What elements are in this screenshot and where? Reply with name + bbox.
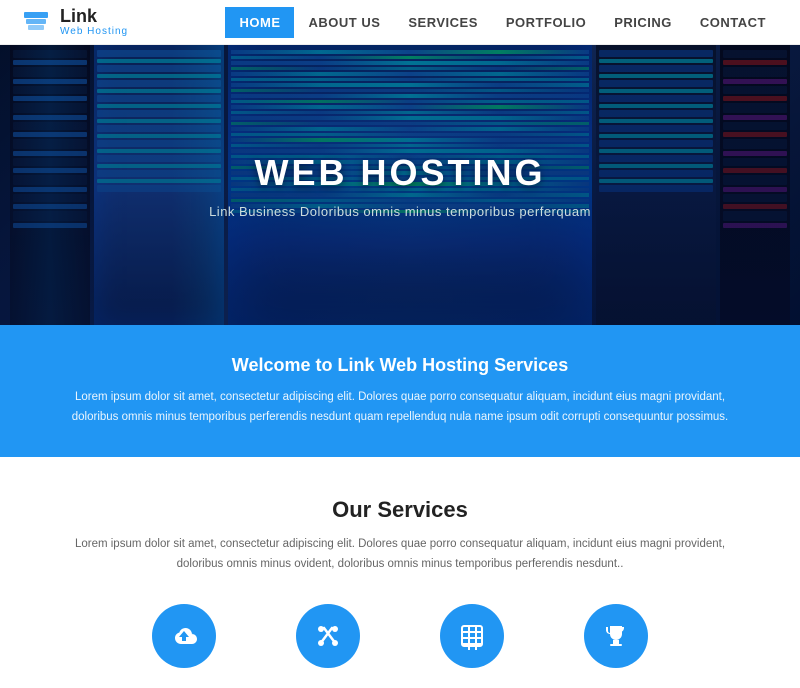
logo: Link Web Hosting (20, 6, 128, 38)
nav-home[interactable]: HOME (225, 7, 294, 38)
welcome-text: Lorem ipsum dolor sit amet, consectetur … (60, 388, 740, 427)
cloud-upload-icon (152, 604, 216, 668)
nav-about[interactable]: ABOUT US (294, 7, 394, 38)
logo-subtitle: Web Hosting (60, 26, 128, 37)
hero-title: WEB HOSTING (255, 152, 546, 194)
service-item-tools (296, 604, 360, 668)
services-text: Lorem ipsum dolor sit amet, consectetur … (60, 535, 740, 574)
service-icons-row (60, 604, 740, 668)
main-nav: HOME ABOUT US SERVICES PORTFOLIO PRICING… (225, 7, 780, 38)
nav-contact[interactable]: CONTACT (686, 7, 780, 38)
logo-name: Link (60, 7, 128, 27)
welcome-title: Welcome to Link Web Hosting Services (60, 355, 740, 376)
hero-section: WEB HOSTING Link Business Doloribus omni… (0, 45, 800, 325)
service-item-grid (440, 604, 504, 668)
hero-content: WEB HOSTING Link Business Doloribus omni… (0, 45, 800, 325)
service-item-trophy (584, 604, 648, 668)
logo-icon (20, 6, 52, 38)
table-icon (440, 604, 504, 668)
hero-subtitle: Link Business Doloribus omnis minus temp… (209, 204, 591, 219)
services-title: Our Services (60, 497, 740, 523)
nav-services[interactable]: SERVICES (394, 7, 492, 38)
header: Link Web Hosting HOME ABOUT US SERVICES … (0, 0, 800, 45)
nav-portfolio[interactable]: PORTFOLIO (492, 7, 600, 38)
tools-icon (296, 604, 360, 668)
services-section: Our Services Lorem ipsum dolor sit amet,… (0, 457, 800, 688)
welcome-section: Welcome to Link Web Hosting Services Lor… (0, 325, 800, 457)
service-item-cloud (152, 604, 216, 668)
nav-pricing[interactable]: PRICING (600, 7, 686, 38)
logo-text: Link Web Hosting (60, 7, 128, 38)
trophy-icon (584, 604, 648, 668)
